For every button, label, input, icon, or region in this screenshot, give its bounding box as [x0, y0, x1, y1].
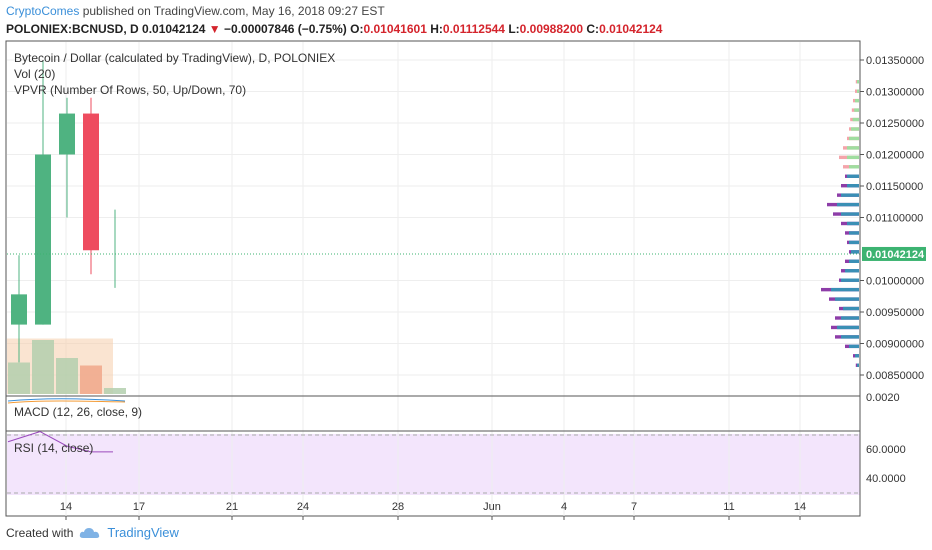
candle-body	[11, 294, 27, 325]
macd-axis-value: 0.0020	[866, 392, 900, 404]
vpvr-row-up	[849, 344, 859, 349]
price-axis-ticks: 0.01350000 0.01300000 0.01250000 0.01200000…	[860, 55, 924, 382]
time-tick-label: 21	[226, 501, 238, 513]
vpvr-row-up	[837, 325, 859, 330]
time-tick-label: 14	[60, 501, 72, 513]
current-price-value: 0.01042124	[866, 249, 925, 261]
candle-body	[35, 154, 51, 325]
rsi-axis-40: 40.0000	[866, 473, 906, 485]
vpvr-row-up	[843, 306, 859, 311]
time-tick-label: 28	[392, 501, 404, 513]
price-chart[interactable]: Bytecoin / Dollar (calculated by Trading…	[0, 0, 932, 550]
vpvr-row-up	[847, 155, 859, 160]
price-tick-label: 0.01350000	[866, 55, 924, 67]
vpvr-row-up	[851, 127, 859, 131]
price-tick-label: 0.01000000	[866, 276, 924, 288]
time-axis-ticks: 14 17 21 24 28 Jun 4 7 11 14	[60, 501, 806, 520]
vpvr-row-up	[854, 108, 859, 112]
vpvr-row-up	[835, 297, 859, 301]
vol-label: Vol (20)	[14, 67, 55, 81]
candle-body	[59, 113, 75, 155]
price-tick-label: 0.01250000	[866, 118, 924, 130]
time-tick-label: 7	[631, 501, 637, 513]
price-tick-label: 0.00850000	[866, 370, 924, 382]
vpvr-row-up	[851, 250, 859, 254]
tradingview-brand[interactable]: TradingView	[107, 525, 179, 540]
volume-bar	[104, 388, 126, 394]
vpvr-row-up	[841, 335, 859, 339]
price-tick-label: 0.00900000	[866, 339, 924, 351]
vpvr-row-up	[845, 269, 859, 273]
macd-label: MACD (12, 26, close, 9)	[14, 405, 142, 419]
footer: Created with TradingView	[6, 525, 179, 540]
tradingview-cloud-icon	[80, 527, 100, 538]
vpvr-row-up	[841, 278, 859, 282]
candle-body	[83, 113, 99, 251]
price-tick-label: 0.00950000	[866, 307, 924, 319]
vpvr-row-up	[847, 146, 859, 150]
candles[interactable]	[11, 60, 116, 363]
time-tick-label: 4	[561, 501, 567, 513]
time-tick-label: 17	[133, 501, 145, 513]
price-tick-label: 0.01300000	[866, 87, 924, 99]
volume-bar	[56, 358, 78, 394]
volume-bars	[7, 338, 126, 394]
current-price-tag: 0.01042124	[862, 246, 926, 261]
vpvr-row-up	[837, 202, 859, 207]
vpvr-row-up	[855, 354, 859, 358]
vpvr-row-up	[841, 316, 859, 320]
rsi-background	[7, 434, 860, 495]
volume-bar	[8, 362, 30, 394]
vpvr-row-up	[849, 165, 859, 169]
created-with-text: Created with	[6, 525, 74, 540]
vpvr-row-up	[849, 259, 859, 263]
time-tick-label: 14	[794, 501, 806, 513]
time-tick-label: 11	[723, 501, 734, 513]
volume-bar	[32, 340, 54, 394]
main-title: Bytecoin / Dollar (calculated by Trading…	[14, 51, 335, 65]
vpvr-row-up	[857, 80, 859, 84]
vpvr-row-up	[849, 240, 859, 245]
vpvr-row-up	[847, 221, 859, 226]
vpvr-row-up	[847, 184, 859, 188]
rsi-label: RSI (14, close)	[14, 441, 93, 455]
vpvr-row-up	[855, 98, 859, 103]
vpvr-row-up	[852, 117, 859, 122]
price-tick-label: 0.01100000	[866, 213, 923, 225]
volume-bar	[80, 365, 102, 394]
vpvr-row-up	[841, 212, 859, 216]
vpvr-row-up	[857, 363, 859, 367]
vpvr-row-up	[841, 193, 859, 197]
time-tick-label: Jun	[483, 501, 501, 513]
vpvr-row-up	[857, 89, 859, 93]
vpvr-row-up	[849, 136, 859, 141]
vpvr-row-up	[847, 174, 859, 178]
price-tick-label: 0.01200000	[866, 150, 924, 162]
vpvr-row-up	[849, 231, 859, 235]
rsi-axis-60: 60.0000	[866, 444, 906, 456]
vpvr-label: VPVR (Number Of Rows, 50, Up/Down, 70)	[14, 83, 246, 97]
vpvr-row-up	[831, 287, 859, 292]
price-tick-label: 0.01150000	[866, 181, 923, 193]
time-tick-label: 24	[297, 501, 309, 513]
